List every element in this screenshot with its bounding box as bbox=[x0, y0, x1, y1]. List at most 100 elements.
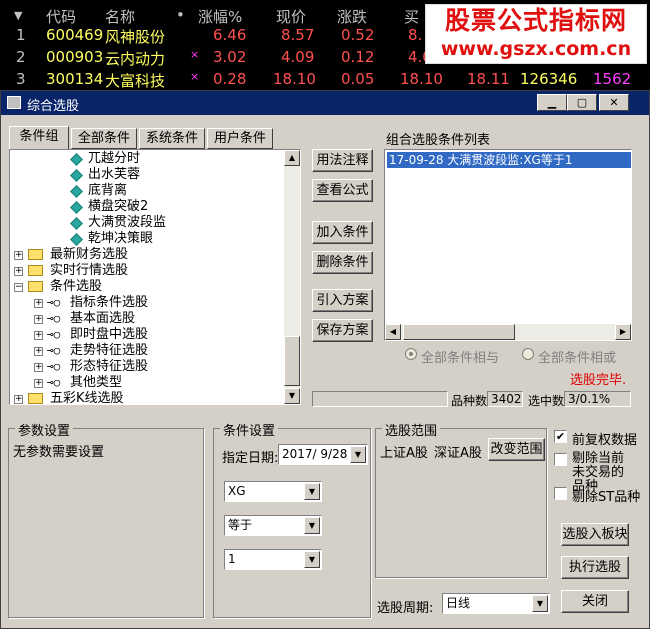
tree-item[interactable]: 条件选股 bbox=[50, 279, 102, 295]
scroll-left-icon[interactable]: ◀ bbox=[385, 324, 401, 340]
count-label: 品种数 bbox=[451, 394, 488, 408]
tab-all-conditions[interactable]: 全部条件 bbox=[71, 128, 137, 149]
stock-name: 大富科技 bbox=[105, 72, 166, 90]
tree-item[interactable]: 其他类型 bbox=[70, 375, 122, 391]
expand-icon[interactable]: + bbox=[34, 315, 43, 324]
chevron-down-icon[interactable]: ▼ bbox=[532, 595, 548, 612]
to-block-button[interactable]: 选股入板块 bbox=[561, 523, 629, 546]
folder-icon bbox=[28, 393, 43, 404]
col-pct[interactable]: 涨幅% bbox=[198, 6, 242, 27]
change-range-button[interactable]: 改变范围 bbox=[488, 438, 545, 461]
expand-icon[interactable]: + bbox=[34, 331, 43, 340]
chevron-down-icon[interactable]: ▼ bbox=[304, 517, 320, 534]
close-button[interactable]: 关闭 bbox=[561, 590, 629, 613]
diamond-icon bbox=[70, 153, 83, 166]
scope-title: 选股范围 bbox=[382, 420, 441, 439]
key-icon: ⊸○ bbox=[47, 296, 61, 309]
tab-user-conditions[interactable]: 用户条件 bbox=[207, 128, 273, 149]
chevron-down-icon[interactable]: ▼ bbox=[304, 483, 320, 500]
expand-icon[interactable]: + bbox=[34, 299, 43, 308]
radio-and[interactable] bbox=[405, 348, 417, 360]
stock-screener-dialog: 综合选股 ▁ ▢ ✕ 条件组 全部条件 系统条件 用户条件 兀越分时 出水芙蓉 … bbox=[0, 90, 650, 629]
chevron-down-icon[interactable]: ▼ bbox=[350, 446, 366, 463]
close-icon[interactable]: ✕ bbox=[599, 94, 629, 111]
tree-item[interactable]: 出水芙蓉 bbox=[88, 167, 140, 183]
row-index: 2 bbox=[16, 48, 26, 66]
col-buy[interactable]: 买 bbox=[404, 6, 419, 27]
expand-icon[interactable]: + bbox=[34, 363, 43, 372]
tree-item[interactable]: 五彩K线选股 bbox=[50, 391, 124, 404]
tree-item[interactable]: 横盘突破2 bbox=[88, 199, 148, 215]
condition-list[interactable]: 17-09-28 大满贯波段监:XG等于1 ◀ ▶ bbox=[384, 149, 632, 341]
stock-price: 4.09 bbox=[281, 48, 315, 66]
delete-condition-button[interactable]: 删除条件 bbox=[312, 251, 373, 274]
expand-icon[interactable]: + bbox=[14, 251, 23, 260]
quote-board: ▼ 代码 名称 • 涨幅% 现价 涨跌 买 1 600469 风神股份 6.46… bbox=[0, 0, 650, 90]
tree-scrollbar[interactable]: ▲ ▼ bbox=[284, 150, 300, 404]
expand-icon[interactable]: + bbox=[34, 379, 43, 388]
tab-system-conditions[interactable]: 系统条件 bbox=[139, 128, 205, 149]
tree-item[interactable]: 走势特征选股 bbox=[70, 343, 148, 359]
list-item[interactable]: 17-09-28 大满贯波段监:XG等于1 bbox=[387, 152, 631, 168]
tree-item[interactable]: 形态特征选股 bbox=[70, 359, 148, 375]
tree-item[interactable]: 指标条件选股 bbox=[70, 295, 148, 311]
stock-vol: 126346 bbox=[520, 70, 578, 88]
checkbox-st[interactable] bbox=[554, 487, 567, 500]
minimize-button[interactable]: ▁ bbox=[537, 94, 567, 111]
condition-tree[interactable]: 兀越分时 出水芙蓉 底背离 横盘突破2 大满贯波段监 乾坤决策眼 + 最新财务选… bbox=[9, 149, 301, 405]
period-select[interactable]: 日线 ▼ bbox=[442, 593, 550, 614]
col-code[interactable]: 代码 bbox=[46, 6, 76, 27]
title-bar[interactable]: 综合选股 ▁ ▢ ✕ bbox=[1, 91, 649, 115]
scroll-thumb[interactable] bbox=[284, 336, 300, 386]
stock-pct: 6.46 bbox=[213, 26, 247, 44]
add-condition-button[interactable]: 加入条件 bbox=[312, 221, 373, 244]
load-scheme-button[interactable]: 引入方案 bbox=[312, 289, 373, 312]
value-select[interactable]: 1 ▼ bbox=[224, 549, 322, 570]
variable-select[interactable]: XG ▼ bbox=[224, 481, 322, 502]
checkbox-stop[interactable] bbox=[554, 453, 567, 466]
date-picker[interactable]: 2017/ 9/28 ▼ bbox=[278, 444, 368, 465]
expand-icon[interactable]: + bbox=[34, 347, 43, 356]
expand-icon[interactable]: + bbox=[14, 267, 23, 276]
tree-item[interactable]: 即时盘中选股 bbox=[70, 327, 148, 343]
list-hscrollbar[interactable]: ◀ ▶ bbox=[385, 324, 631, 340]
radio-or[interactable] bbox=[522, 348, 534, 360]
diamond-icon bbox=[70, 217, 83, 230]
expand-icon[interactable]: + bbox=[14, 395, 23, 404]
tree-item[interactable]: 大满贯波段监 bbox=[88, 215, 166, 231]
maximize-button[interactable]: ▢ bbox=[567, 94, 597, 111]
sort-arrow-icon[interactable]: ▼ bbox=[14, 9, 22, 22]
key-icon: ⊸○ bbox=[47, 360, 61, 373]
tree-item[interactable]: 乾坤决策眼 bbox=[88, 231, 153, 247]
col-price[interactable]: 现价 bbox=[276, 6, 306, 27]
params-title: 参数设置 bbox=[15, 420, 74, 439]
view-formula-button[interactable]: 查看公式 bbox=[312, 179, 373, 202]
execute-button[interactable]: 执行选股 bbox=[561, 556, 629, 579]
save-scheme-button[interactable]: 保存方案 bbox=[312, 319, 373, 342]
col-chg[interactable]: 涨跌 bbox=[337, 6, 367, 27]
usage-button[interactable]: 用法注释 bbox=[312, 149, 373, 172]
scroll-right-icon[interactable]: ▶ bbox=[615, 324, 631, 340]
tree-item[interactable]: 底背离 bbox=[88, 183, 127, 199]
radio-or-label: 全部条件相或 bbox=[538, 351, 617, 366]
scroll-thumb[interactable] bbox=[403, 324, 515, 340]
col-dot[interactable]: • bbox=[176, 6, 185, 24]
chevron-down-icon[interactable]: ▼ bbox=[304, 551, 320, 568]
tab-condition-group[interactable]: 条件组 bbox=[9, 126, 69, 150]
collapse-icon[interactable]: − bbox=[14, 283, 23, 292]
row-index: 3 bbox=[16, 70, 26, 88]
tree-item[interactable]: 基本面选股 bbox=[70, 311, 135, 327]
col-name[interactable]: 名称 bbox=[105, 6, 135, 27]
quote-row[interactable]: 3 300134 大富科技 × 0.28 18.10 0.05 18.10 18… bbox=[0, 70, 650, 92]
scroll-up-icon[interactable]: ▲ bbox=[284, 150, 300, 166]
tree-item[interactable]: 实时行情选股 bbox=[50, 263, 128, 279]
operator-select[interactable]: 等于 ▼ bbox=[224, 515, 322, 536]
params-text: 无参数需要设置 bbox=[13, 445, 105, 460]
flag-mark: × bbox=[190, 48, 200, 61]
tree-item[interactable]: 最新财务选股 bbox=[50, 247, 128, 263]
logo-line2: www.gszx.com.cn bbox=[440, 38, 632, 60]
checkbox-fq[interactable]: ✔ bbox=[554, 430, 567, 443]
key-icon: ⊸○ bbox=[47, 328, 61, 341]
scroll-down-icon[interactable]: ▼ bbox=[284, 388, 300, 404]
tree-item[interactable]: 兀越分时 bbox=[88, 151, 140, 167]
